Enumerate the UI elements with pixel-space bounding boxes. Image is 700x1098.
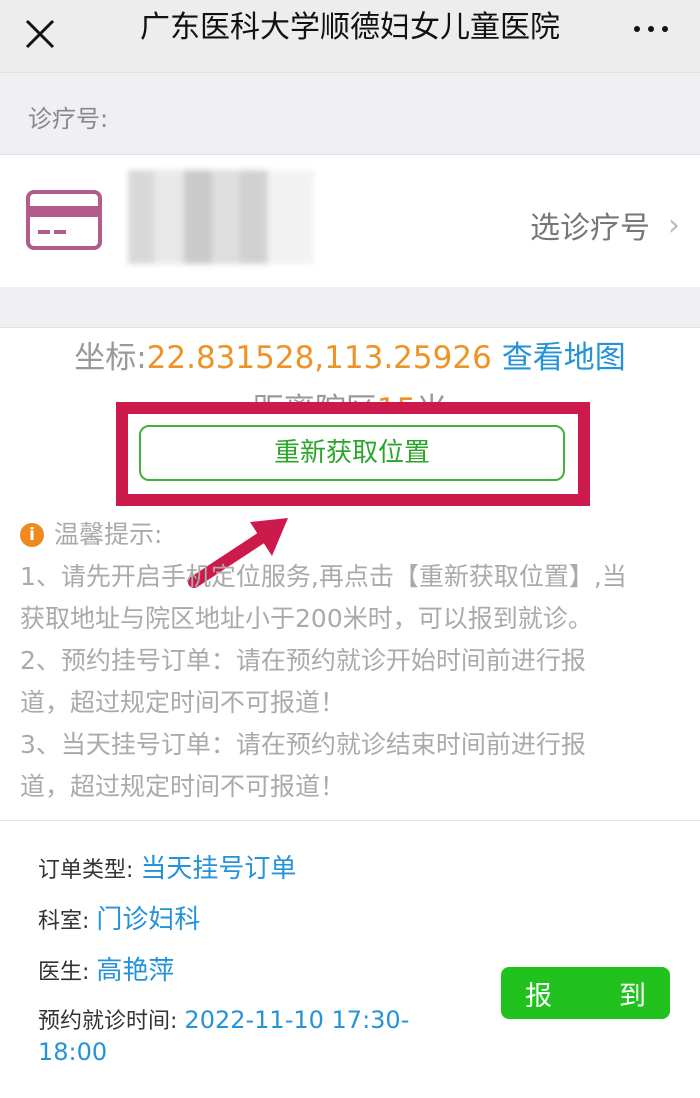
page-title: 广东医科大学顺德妇女儿童医院 xyxy=(140,10,560,45)
tips-header: i 温馨提示: xyxy=(20,514,680,556)
card-label-row: 诊疗号: xyxy=(0,72,700,155)
section-gap xyxy=(0,287,700,328)
doctor-label: 医生: xyxy=(38,960,90,985)
order-type-value: 当天挂号订单 xyxy=(140,854,297,884)
top-bar: 广东医科大学顺德妇女儿童医院 xyxy=(0,0,700,72)
coordinate-label: 坐标: xyxy=(74,340,147,376)
card-icon xyxy=(26,190,102,254)
chevron-right-icon: › xyxy=(668,207,680,243)
divider xyxy=(0,820,700,821)
choose-card-label: 选诊疗号 xyxy=(530,211,650,246)
doctor-value: 高艳萍 xyxy=(96,956,175,986)
coordinate-value: 22.831528,113.25926 xyxy=(146,340,492,376)
order-type-label: 订单类型: xyxy=(38,858,134,883)
view-map-link[interactable]: 查看地图 xyxy=(502,340,626,376)
department-row: 科室: 门诊妇科 xyxy=(38,899,200,936)
department-label: 科室: xyxy=(38,909,90,934)
relocate-button[interactable]: 重新获取位置 xyxy=(139,425,565,481)
masked-card-number xyxy=(128,170,314,264)
more-icon[interactable] xyxy=(624,14,678,44)
order-type-row: 订单类型: 当天挂号订单 xyxy=(38,848,296,885)
close-icon[interactable] xyxy=(18,12,62,56)
tips-title: 温馨提示: xyxy=(54,520,163,549)
appointment-time-value: 2022-11-10 17:30- xyxy=(184,1006,410,1034)
check-in-button[interactable]: 报 到 xyxy=(501,967,670,1019)
doctor-row: 医生: 高艳萍 xyxy=(38,950,174,987)
tips-section: i 温馨提示: 1、请先开启手机定位服务,再点击【重新获取位置】,当 获取地址与… xyxy=(20,514,680,808)
tip-line: 道，超过规定时间不可报道！ xyxy=(20,688,346,717)
check-in-char-2: 到 xyxy=(619,980,646,1012)
coordinate-line: 坐标:22.831528,113.25926 查看地图 xyxy=(0,332,700,377)
info-icon: i xyxy=(20,523,44,547)
tip-line: 2、预约挂号订单：请在预约就诊开始时间前进行报 xyxy=(20,646,586,675)
card-number-label: 诊疗号: xyxy=(28,105,109,133)
appointment-time-label: 预约就诊时间: xyxy=(38,1009,178,1034)
tip-line: 道，超过规定时间不可报道！ xyxy=(20,772,346,801)
tip-line: 1、请先开启手机定位服务,再点击【重新获取位置】,当 xyxy=(20,562,627,591)
tip-line: 3、当天挂号订单：请在预约就诊结束时间前进行报 xyxy=(20,730,586,759)
appointment-time-row: 预约就诊时间: 2022-11-10 17:30- xyxy=(38,1003,409,1035)
check-in-char-1: 报 xyxy=(525,980,552,1012)
department-value: 门诊妇科 xyxy=(96,905,201,935)
appointment-time-end: 18:00 xyxy=(38,1038,108,1066)
choose-card-button[interactable]: 选诊疗号 › xyxy=(530,203,680,247)
tip-line: 获取地址与院区地址小于200米时，可以报到就诊。 xyxy=(20,604,593,633)
